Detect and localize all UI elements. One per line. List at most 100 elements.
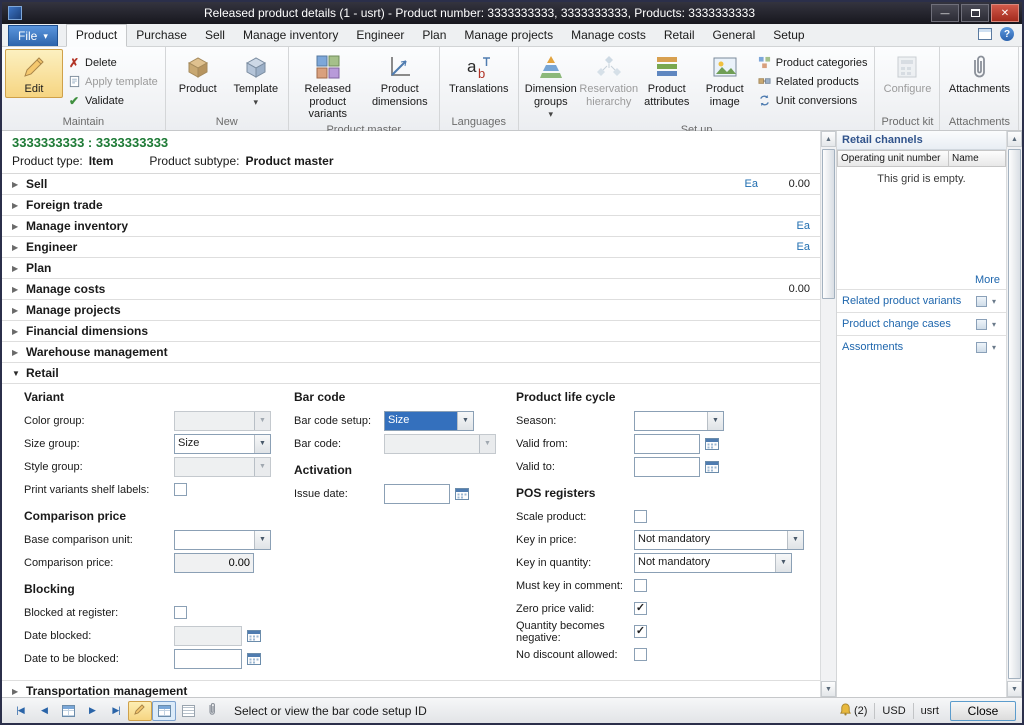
date-blocked-input[interactable]: [174, 626, 242, 646]
factbox-scrollbar[interactable]: [1006, 131, 1022, 697]
color-group-select[interactable]: [174, 411, 271, 431]
valid-to-input[interactable]: [634, 457, 700, 477]
section-foreign-trade[interactable]: Foreign trade: [2, 195, 820, 216]
comparison-price-input[interactable]: [174, 553, 254, 573]
previous-record-button[interactable]: [32, 701, 56, 721]
dimension-groups-button[interactable]: Dimension groups: [522, 49, 580, 123]
blocked-at-register-checkbox[interactable]: [174, 606, 187, 619]
date-to-be-blocked-input[interactable]: [174, 649, 242, 669]
bar-code-setup-select[interactable]: Size: [384, 411, 474, 431]
grid-view-button[interactable]: [56, 701, 80, 721]
key-in-price-select[interactable]: Not mandatory: [634, 530, 804, 550]
tab-purchase[interactable]: Purchase: [127, 25, 196, 46]
file-menu-button[interactable]: File: [8, 25, 58, 46]
bar-code-select[interactable]: [384, 434, 496, 454]
print-variants-shelf-labels-checkbox[interactable]: [174, 483, 187, 496]
section-plan[interactable]: Plan: [2, 258, 820, 279]
show-details-button[interactable]: [176, 701, 200, 721]
tab-engineer[interactable]: Engineer: [347, 25, 413, 46]
style-group-select[interactable]: [174, 457, 271, 477]
factbox-window-icon[interactable]: [976, 319, 987, 330]
calendar-icon[interactable]: [703, 458, 721, 476]
chevron-down-icon[interactable]: [987, 320, 1001, 329]
edit-record-button[interactable]: [128, 701, 152, 721]
zero-price-valid-checkbox[interactable]: ✓: [634, 602, 647, 615]
factbox-related-product-variants[interactable]: Related product variants: [837, 289, 1006, 312]
tab-general[interactable]: General: [704, 25, 765, 46]
unit-conversions-button[interactable]: Unit conversions: [754, 91, 872, 110]
factbox-assortments[interactable]: Assortments: [837, 335, 1006, 358]
tab-manage-inventory[interactable]: Manage inventory: [234, 25, 347, 46]
close-window-button[interactable]: [991, 4, 1019, 22]
close-button[interactable]: Close: [950, 701, 1016, 721]
tab-manage-costs[interactable]: Manage costs: [562, 25, 655, 46]
show-grid-button[interactable]: [152, 701, 176, 721]
scroll-thumb[interactable]: [822, 149, 835, 299]
new-product-button[interactable]: Product: [169, 49, 227, 98]
tab-setup[interactable]: Setup: [764, 25, 813, 46]
column-header-name[interactable]: Name: [949, 150, 1006, 167]
product-categories-button[interactable]: Product categories: [754, 53, 872, 72]
valid-from-input[interactable]: [634, 434, 700, 454]
base-comparison-unit-select[interactable]: [174, 530, 271, 550]
section-sell[interactable]: Sell Ea0.00: [2, 174, 820, 195]
column-header-operating-unit-number[interactable]: Operating unit number: [837, 150, 949, 167]
tab-manage-projects[interactable]: Manage projects: [455, 25, 562, 46]
factbox-window-icon[interactable]: [976, 296, 987, 307]
chevron-down-icon[interactable]: [987, 297, 1001, 306]
section-manage-costs[interactable]: Manage costs 0.00: [2, 279, 820, 300]
help-icon[interactable]: [1000, 27, 1014, 41]
main-scrollbar[interactable]: [820, 131, 836, 697]
reservation-hierarchy-button[interactable]: Reservation hierarchy: [580, 49, 638, 110]
configure-button[interactable]: Configure: [878, 49, 936, 98]
minimize-button[interactable]: [931, 4, 959, 22]
scroll-down-icon[interactable]: [821, 681, 836, 697]
calendar-icon[interactable]: [453, 485, 471, 503]
tab-sell[interactable]: Sell: [196, 25, 234, 46]
calendar-icon[interactable]: [245, 650, 263, 668]
section-financial-dimensions[interactable]: Financial dimensions: [2, 321, 820, 342]
section-transportation-management[interactable]: Transportation management: [2, 681, 820, 697]
calendar-icon[interactable]: [245, 627, 263, 645]
scroll-thumb[interactable]: [1008, 149, 1021, 679]
validate-button[interactable]: Validate: [63, 91, 162, 110]
factbox-product-change-cases[interactable]: Product change cases: [837, 312, 1006, 335]
released-product-variants-button[interactable]: Released product variants: [292, 49, 364, 123]
scroll-up-icon[interactable]: [1007, 131, 1022, 147]
window-layout-icon[interactable]: [978, 28, 992, 40]
size-group-select[interactable]: Size: [174, 434, 271, 454]
tab-plan[interactable]: Plan: [413, 25, 455, 46]
factbox-window-icon[interactable]: [976, 342, 987, 353]
no-discount-allowed-checkbox[interactable]: [634, 648, 647, 661]
product-image-button[interactable]: Product image: [696, 49, 754, 110]
chevron-down-icon[interactable]: [987, 343, 1001, 352]
key-in-quantity-select[interactable]: Not mandatory: [634, 553, 792, 573]
attach-document-button[interactable]: [200, 701, 224, 721]
section-retail[interactable]: Retail: [2, 363, 820, 384]
last-record-button[interactable]: [104, 701, 128, 721]
product-dimensions-button[interactable]: Product dimensions: [364, 49, 436, 110]
company-indicator[interactable]: usrt: [921, 705, 939, 717]
scroll-down-icon[interactable]: [1007, 681, 1022, 697]
must-key-in-comment-checkbox[interactable]: [634, 579, 647, 592]
notifications-button[interactable]: (2): [839, 703, 867, 719]
attachments-button[interactable]: Attachments: [943, 49, 1015, 98]
maximize-button[interactable]: [961, 4, 989, 22]
apply-template-button[interactable]: Apply template: [63, 72, 162, 91]
edit-button[interactable]: Edit: [5, 49, 63, 98]
more-link[interactable]: More: [837, 271, 1006, 289]
calendar-icon[interactable]: [703, 435, 721, 453]
first-record-button[interactable]: [8, 701, 32, 721]
tab-retail[interactable]: Retail: [655, 25, 704, 46]
delete-button[interactable]: Delete: [63, 53, 162, 72]
quantity-becomes-negative-checkbox[interactable]: ✓: [634, 625, 647, 638]
section-manage-projects[interactable]: Manage projects: [2, 300, 820, 321]
new-template-button[interactable]: Template: [227, 49, 285, 110]
section-warehouse-management[interactable]: Warehouse management: [2, 342, 820, 363]
issue-date-input[interactable]: [384, 484, 450, 504]
season-select[interactable]: [634, 411, 724, 431]
translations-button[interactable]: ab Translations: [443, 49, 515, 98]
related-products-button[interactable]: Related products: [754, 72, 872, 91]
scale-product-checkbox[interactable]: [634, 510, 647, 523]
section-manage-inventory[interactable]: Manage inventory Ea: [2, 216, 820, 237]
